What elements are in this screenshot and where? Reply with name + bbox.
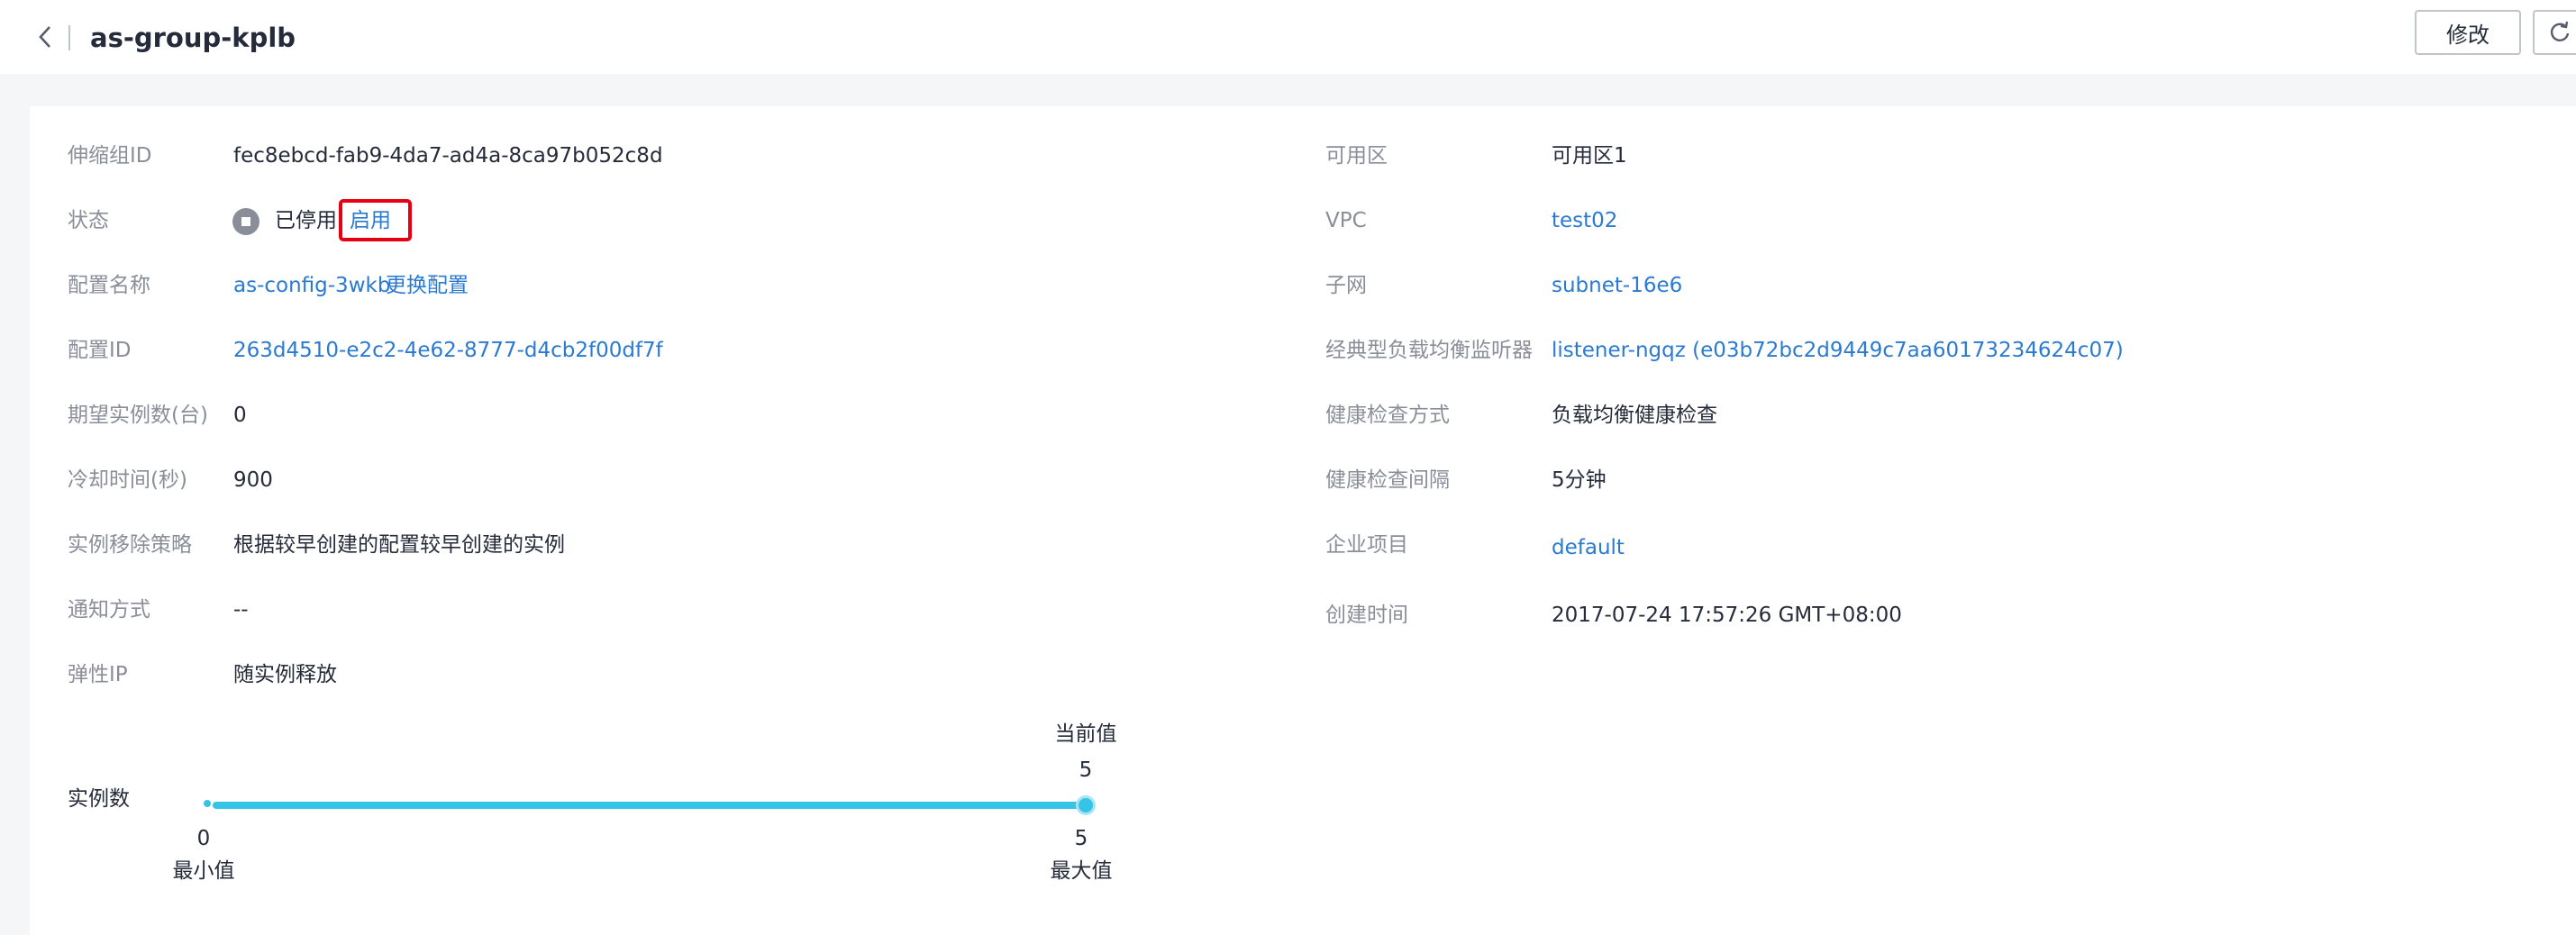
max-label: 最大值 bbox=[1050, 859, 1113, 883]
notification-label: 通知方式 bbox=[68, 598, 150, 622]
removal-policy-label: 实例移除策略 bbox=[68, 533, 192, 557]
health-interval-label: 健康检查间隔 bbox=[1325, 468, 1450, 492]
page-title: as-group-kplb bbox=[90, 23, 296, 53]
change-config-link[interactable]: 更换配置 bbox=[386, 272, 469, 299]
refresh-icon bbox=[2550, 21, 2570, 41]
min-label: 最小值 bbox=[172, 859, 235, 883]
enterprise-project-link[interactable]: default bbox=[1552, 534, 1625, 561]
highlight-box bbox=[339, 199, 412, 241]
status-label: 状态 bbox=[68, 209, 109, 232]
stopped-status-icon bbox=[232, 208, 259, 235]
created-time-label: 创建时间 bbox=[1325, 604, 1408, 627]
back-icon[interactable] bbox=[32, 22, 59, 52]
refresh-button[interactable] bbox=[2533, 10, 2576, 55]
notification-value: -- bbox=[233, 598, 249, 622]
removal-policy-value: 根据较早创建的配置较早创建的实例 bbox=[233, 533, 565, 557]
desired-instances-value: 0 bbox=[233, 404, 247, 427]
edit-button[interactable]: 修改 bbox=[2415, 10, 2521, 55]
config-name-link[interactable]: as-config-3wkb bbox=[233, 272, 390, 299]
top-bar: as-group-kplb 修改 bbox=[0, 0, 2576, 74]
vpc-link[interactable]: test02 bbox=[1552, 207, 1617, 234]
health-method-label: 健康检查方式 bbox=[1325, 404, 1450, 427]
created-time-value: 2017-07-24 17:57:26 GMT+08:00 bbox=[1552, 604, 1902, 627]
health-interval-value: 5分钟 bbox=[1552, 468, 1607, 492]
title-divider bbox=[68, 25, 70, 50]
eip-value: 随实例释放 bbox=[233, 663, 337, 686]
current-value: 5 bbox=[1079, 758, 1093, 782]
eip-label: 弹性IP bbox=[68, 663, 128, 686]
enterprise-project-label: 企业项目 bbox=[1325, 533, 1408, 557]
instances-label: 实例数 bbox=[68, 787, 130, 811]
config-id-link[interactable]: 263d4510-e2c2-4e62-8777-d4cb2f00df7f bbox=[233, 337, 663, 364]
elb-listener-label: 经典型负载均衡监听器 bbox=[1325, 339, 1533, 362]
max-value: 5 bbox=[1074, 827, 1088, 850]
min-value: 0 bbox=[196, 827, 211, 850]
group-id-value: fec8ebcd-fab9-4da7-ad4a-8ca97b052c8d bbox=[233, 144, 663, 168]
group-id-label: 伸缩组ID bbox=[68, 144, 152, 168]
az-label: 可用区 bbox=[1325, 144, 1388, 168]
subnet-label: 子网 bbox=[1325, 274, 1367, 297]
config-id-label: 配置ID bbox=[68, 339, 132, 362]
elb-listener-link[interactable]: listener-ngqz (e03b72bc2d9449c7aa6017323… bbox=[1552, 337, 2124, 364]
vpc-label: VPC bbox=[1325, 209, 1367, 232]
slider-handle[interactable] bbox=[1076, 795, 1096, 815]
current-value-label: 当前值 bbox=[1054, 722, 1117, 746]
az-value: 可用区1 bbox=[1552, 144, 1627, 168]
slider-min-point bbox=[204, 800, 211, 807]
cooldown-value: 900 bbox=[233, 468, 273, 492]
instance-count-slider[interactable] bbox=[213, 802, 1088, 809]
status-value: 已停用 bbox=[275, 209, 337, 232]
desired-instances-label: 期望实例数(台) bbox=[68, 404, 208, 427]
health-method-value: 负载均衡健康检查 bbox=[1552, 404, 1717, 427]
cooldown-label: 冷却时间(秒) bbox=[68, 468, 187, 492]
config-name-label: 配置名称 bbox=[68, 274, 150, 297]
subnet-link[interactable]: subnet-16e6 bbox=[1552, 272, 1682, 299]
